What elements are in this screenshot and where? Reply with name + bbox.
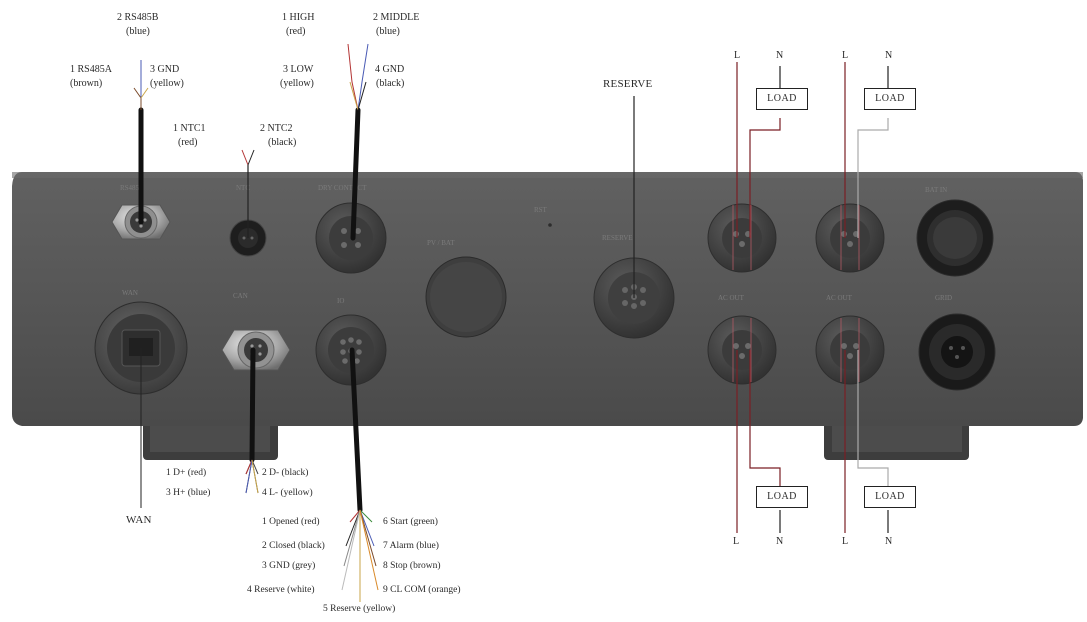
reserve-label: RESERVE [603, 78, 653, 90]
battery-gland [916, 199, 994, 277]
io-reserve5-label: 5 Reserve (yellow) [323, 604, 396, 614]
can-pin3-label: 3 H+ (blue) [166, 488, 211, 498]
can-connector [221, 329, 291, 371]
device-panel [12, 172, 1083, 426]
svg-text:GRID: GRID [935, 294, 952, 302]
io-reserve4-label: 4 Reserve (white) [247, 585, 315, 595]
wiring-diagram: RS485 NTC DRY CONTACT WAN CAN IO PV / BA… [0, 0, 1087, 622]
io-stop-label: 8 Stop (brown) [383, 561, 441, 571]
can-pin4-label: 4 L- (yellow) [262, 488, 313, 498]
rs485-pin3-color: (yellow) [150, 78, 184, 89]
dry-middle-label: 2 MIDDLE [373, 12, 420, 23]
load-2-box: LOAD [864, 88, 916, 110]
load-connector-3 [707, 315, 777, 385]
svg-text:WAN: WAN [122, 289, 138, 297]
rs485-pin2-color: (blue) [126, 26, 150, 37]
load-4-box: LOAD [864, 486, 916, 508]
rs485-pin3-label: 3 GND [150, 64, 180, 75]
svg-text:RESERVE: RESERVE [602, 234, 633, 242]
svg-text:RST: RST [534, 206, 548, 214]
load-2-l-label: L [842, 50, 849, 61]
io-closed-label: 2 Closed (black) [262, 541, 325, 551]
blank-cap [425, 256, 507, 338]
wan-label: WAN [126, 514, 152, 526]
dry-middle-color: (blue) [376, 26, 400, 37]
load-1-l-label: L [734, 50, 741, 61]
io-cl-com-label: 9 CL COM (orange) [383, 585, 461, 595]
dry-low-label: 3 LOW [283, 64, 314, 75]
load-4-l-label: L [842, 536, 849, 547]
svg-text:CAN: CAN [233, 292, 248, 300]
ntc-pin1-color: (red) [178, 137, 198, 148]
load-3-n-label: N [776, 536, 784, 547]
load-3-l-label: L [733, 536, 740, 547]
svg-text:AC OUT: AC OUT [718, 294, 745, 302]
rs485-pin1-label: 1 RS485A [70, 64, 112, 75]
svg-text:RS485: RS485 [120, 184, 140, 192]
svg-text:DRY CONTACT: DRY CONTACT [318, 184, 367, 192]
dry-gnd-label: 4 GND [375, 64, 405, 75]
rs485-pin1-color: (brown) [70, 78, 103, 89]
can-cable [249, 347, 256, 463]
load-connector-4 [815, 315, 885, 385]
device-illustration: RS485 NTC DRY CONTACT WAN CAN IO PV / BA… [12, 43, 1083, 602]
dry-high-color: (red) [286, 26, 306, 37]
can-d-minus-label: 2 D- (black) [262, 468, 309, 478]
svg-text:PV / BAT: PV / BAT [427, 239, 455, 247]
ntc-pin2-label: 2 NTC2 [260, 123, 293, 134]
io-gnd-label: 3 GND (grey) [262, 561, 316, 571]
load-connector-1 [707, 203, 777, 273]
dry-low-color: (yellow) [280, 78, 314, 89]
dry-high-label: 1 HIGH [282, 12, 315, 23]
load-1-n-label: N [776, 50, 784, 61]
load-4-n-label: N [885, 536, 893, 547]
load-2-n-label: N [885, 50, 893, 61]
load-connector-2 [815, 203, 885, 273]
io-start-label: 6 Start (green) [383, 517, 438, 527]
svg-text:BAT IN: BAT IN [925, 186, 947, 194]
load-3-box: LOAD [756, 486, 808, 508]
io-alarm-label: 7 Alarm (blue) [383, 541, 439, 551]
svg-text:AC OUT: AC OUT [826, 294, 853, 302]
load-1-box: LOAD [756, 88, 808, 110]
svg-text:IO: IO [337, 297, 344, 305]
dry-gnd-color: (black) [376, 78, 405, 89]
ntc-pin2-color: (black) [268, 137, 297, 148]
grid-gland [918, 313, 996, 391]
rs485-pin2-label: 2 RS485B [117, 12, 159, 23]
ntc-pin1-label: 1 NTC1 [173, 123, 206, 134]
io-opened-label: 1 Opened (red) [262, 517, 320, 527]
can-d-plus-label: 1 D+ (red) [166, 468, 207, 478]
